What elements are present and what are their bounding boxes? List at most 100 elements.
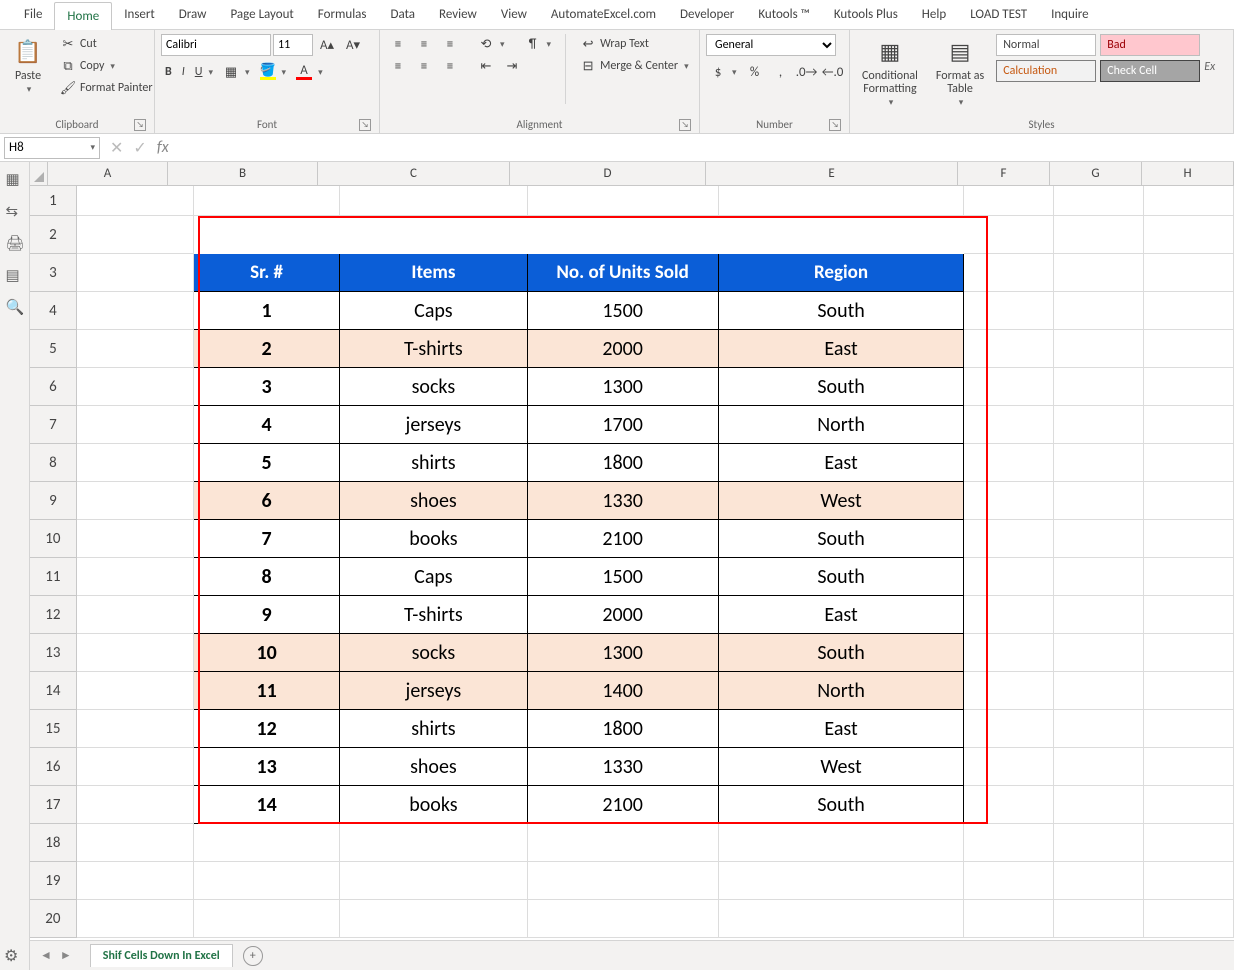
cell-A19[interactable] — [77, 862, 194, 900]
cell-G7[interactable] — [1054, 406, 1144, 444]
cell-G16[interactable] — [1054, 748, 1144, 786]
cell-H5[interactable] — [1144, 330, 1234, 368]
table-cell[interactable]: East — [719, 596, 965, 634]
table-cell[interactable]: 1500 — [528, 292, 719, 330]
cell-G18[interactable] — [1054, 824, 1144, 862]
italic-button[interactable]: I — [178, 62, 189, 82]
table-cell[interactable]: 1330 — [528, 748, 719, 786]
name-box[interactable]: H8▾ — [4, 137, 100, 159]
cell-H12[interactable] — [1144, 596, 1234, 634]
table-cell[interactable]: South — [719, 368, 965, 406]
cell-A2[interactable] — [77, 216, 194, 254]
table-cell[interactable]: books — [340, 786, 527, 824]
table-cell[interactable]: 10 — [194, 634, 340, 672]
cell-H1[interactable] — [1144, 186, 1234, 216]
dialog-launcher-icon[interactable]: ↘ — [134, 119, 146, 131]
table-cell[interactable]: jerseys — [340, 406, 527, 444]
row-header-7[interactable]: 7 — [30, 406, 77, 444]
paste-button[interactable]: 📋 Paste ▾ — [6, 34, 50, 97]
cell-G13[interactable] — [1054, 634, 1144, 672]
cell-H18[interactable] — [1144, 824, 1234, 862]
orientation-button[interactable]: ⟲▾ — [474, 34, 509, 54]
table-cell[interactable]: books — [340, 520, 527, 558]
cell-A13[interactable] — [77, 634, 194, 672]
align-top-button[interactable]: ≡ — [386, 34, 410, 54]
col-header-C[interactable]: C — [318, 162, 510, 185]
row-header-10[interactable]: 10 — [30, 520, 77, 558]
percent-button[interactable]: % — [743, 62, 767, 82]
sheet-next-icon[interactable]: ► — [60, 948, 72, 963]
row-header-9[interactable]: 9 — [30, 482, 77, 520]
cell-A20[interactable] — [77, 900, 194, 938]
cell-E20[interactable] — [719, 900, 965, 938]
cell-G1[interactable] — [1054, 186, 1144, 216]
row-header-2[interactable]: 2 — [30, 216, 77, 254]
col-header-D[interactable]: D — [510, 162, 706, 185]
tab-inquire[interactable]: Inquire — [1039, 1, 1101, 28]
cell-B18[interactable] — [194, 824, 340, 862]
cell-A4[interactable] — [77, 292, 194, 330]
cell-B20[interactable] — [194, 900, 340, 938]
table-cell[interactable]: West — [719, 748, 965, 786]
cell-G10[interactable] — [1054, 520, 1144, 558]
col-header-B[interactable]: B — [168, 162, 318, 185]
increase-indent-button[interactable]: ⇥ — [500, 56, 524, 76]
format-as-table-button[interactable]: ▤ Format as Table▾ — [930, 34, 990, 110]
wrap-text-button[interactable]: ↩Wrap Text — [576, 34, 693, 54]
table-cell[interactable]: North — [719, 672, 965, 710]
cell-G4[interactable] — [1054, 292, 1144, 330]
cell-G15[interactable] — [1054, 710, 1144, 748]
cell-F9[interactable] — [964, 482, 1054, 520]
row-header-18[interactable]: 18 — [30, 824, 77, 862]
cell-H16[interactable] — [1144, 748, 1234, 786]
row-header-12[interactable]: 12 — [30, 596, 77, 634]
cell-F19[interactable] — [964, 862, 1054, 900]
number-format-combo[interactable]: General — [706, 34, 836, 56]
cell-H20[interactable] — [1144, 900, 1234, 938]
cell-G8[interactable] — [1054, 444, 1144, 482]
table-cell[interactable]: 1330 — [528, 482, 719, 520]
table-cell[interactable]: East — [719, 444, 965, 482]
col-header-G[interactable]: G — [1050, 162, 1142, 185]
cell-H2[interactable] — [1144, 216, 1234, 254]
sheet-prev-icon[interactable]: ◄ — [40, 948, 52, 963]
cell-F13[interactable] — [964, 634, 1054, 672]
table-cell[interactable]: East — [719, 710, 965, 748]
cell-C20[interactable] — [340, 900, 527, 938]
borders-button[interactable]: ▦▾ — [219, 62, 254, 82]
tab-insert[interactable]: Insert — [112, 1, 167, 28]
table-cell[interactable]: 1400 — [528, 672, 719, 710]
row-header-4[interactable]: 4 — [30, 292, 77, 330]
cell-A1[interactable] — [77, 186, 194, 216]
table-cell[interactable]: East — [719, 330, 965, 368]
cell-H13[interactable] — [1144, 634, 1234, 672]
cell-H7[interactable] — [1144, 406, 1234, 444]
row-header-15[interactable]: 15 — [30, 710, 77, 748]
cell-G20[interactable] — [1054, 900, 1144, 938]
cell-H19[interactable] — [1144, 862, 1234, 900]
table-cell[interactable]: South — [719, 520, 965, 558]
table-cell[interactable]: Caps — [340, 558, 527, 596]
table-cell[interactable]: T-shirts — [340, 330, 527, 368]
cell-E19[interactable] — [719, 862, 965, 900]
table-header-1[interactable]: Items — [340, 254, 527, 292]
table-cell[interactable]: 2 — [194, 330, 340, 368]
cell-E18[interactable] — [719, 824, 965, 862]
cell-A9[interactable] — [77, 482, 194, 520]
row-header-5[interactable]: 5 — [30, 330, 77, 368]
cell-G19[interactable] — [1054, 862, 1144, 900]
tab-developer[interactable]: Developer — [668, 1, 746, 28]
bold-button[interactable]: B — [161, 62, 176, 82]
row-header-3[interactable]: 3 — [30, 254, 77, 292]
table-cell[interactable]: 4 — [194, 406, 340, 444]
table-cell[interactable]: shoes — [340, 482, 527, 520]
cell-G9[interactable] — [1054, 482, 1144, 520]
row-header-13[interactable]: 13 — [30, 634, 77, 672]
tab-view[interactable]: View — [489, 1, 539, 28]
cell-F1[interactable] — [964, 186, 1054, 216]
print-icon[interactable]: 🖨 — [6, 234, 24, 252]
settings-gear-icon[interactable]: ⚙ — [4, 946, 18, 966]
table-cell[interactable]: 1300 — [528, 634, 719, 672]
cell-A15[interactable] — [77, 710, 194, 748]
style-check-cell[interactable]: Check Cell — [1100, 60, 1200, 82]
